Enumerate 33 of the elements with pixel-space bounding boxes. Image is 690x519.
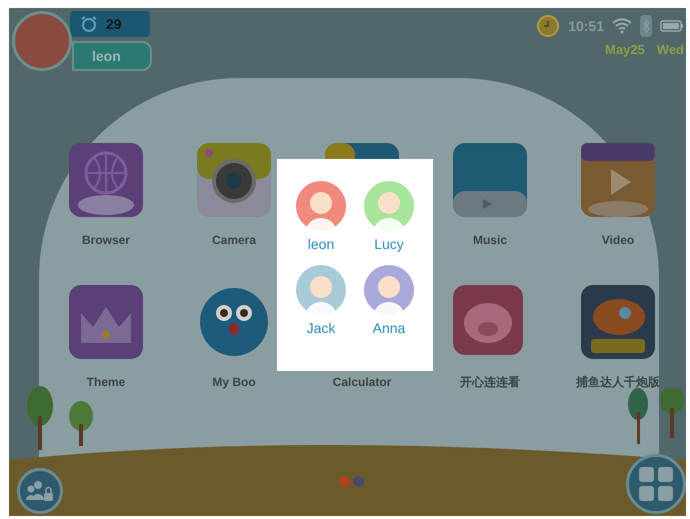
- users-lock-icon: [26, 480, 54, 502]
- app-label: Theme: [86, 374, 126, 391]
- profile-option[interactable]: Jack: [287, 265, 355, 335]
- profile-option[interactable]: leon: [287, 181, 355, 251]
- profile-option[interactable]: Lucy: [355, 181, 423, 251]
- app-icon[interactable]: [581, 143, 655, 217]
- app-label: 开心连连看: [460, 374, 520, 391]
- user-name[interactable]: leon: [72, 41, 152, 71]
- date-text: May25: [605, 41, 645, 59]
- bluetooth-icon: [640, 15, 652, 37]
- app-label: Calculator: [332, 374, 392, 391]
- tree-drawing: [626, 388, 686, 444]
- app-icon[interactable]: [453, 143, 527, 217]
- weekday-text: Wed: [656, 41, 684, 59]
- wifi-icon: [612, 18, 632, 34]
- clock-icon: [536, 14, 560, 38]
- app-label: Camera: [212, 232, 256, 249]
- alarm-clock-icon: [80, 15, 98, 33]
- app-label: My Boo: [212, 374, 256, 391]
- app-icon[interactable]: [197, 285, 271, 359]
- app-label: 捕鱼达人千炮版: [576, 374, 660, 391]
- app-label: Video: [602, 232, 634, 249]
- battery-icon: [660, 20, 684, 32]
- profile-option[interactable]: Anna: [355, 265, 423, 335]
- clock-time: 10:51: [568, 16, 604, 36]
- app-icon[interactable]: [581, 285, 655, 359]
- app-label: Browser: [82, 232, 130, 249]
- alarm-count: 29: [106, 14, 122, 34]
- app-icon[interactable]: [69, 285, 143, 359]
- app-icon[interactable]: [69, 143, 143, 217]
- app-label: Music: [472, 232, 507, 249]
- grid-icon: [639, 467, 673, 501]
- app-icon[interactable]: [197, 143, 271, 217]
